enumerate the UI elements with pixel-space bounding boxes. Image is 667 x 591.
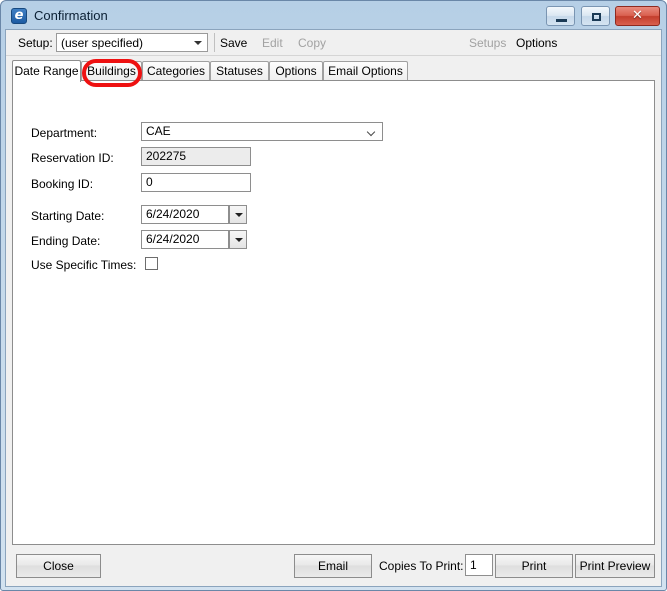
ending-date-label: Ending Date: bbox=[31, 234, 101, 248]
tab-options[interactable]: Options bbox=[269, 61, 323, 81]
print-preview-button[interactable]: Print Preview bbox=[575, 554, 655, 578]
confirmation-window: e Confirmation ✕ Setup: (user specified) bbox=[0, 0, 667, 591]
app-icon-glyph: e bbox=[14, 8, 24, 23]
toolbar-divider bbox=[6, 55, 661, 56]
copy-button: Copy bbox=[298, 36, 327, 50]
setup-combobox-value: (user specified) bbox=[61, 36, 144, 50]
ending-date-field[interactable]: 6/24/2020 bbox=[141, 230, 229, 249]
toolbar-separator bbox=[214, 33, 215, 52]
client-area: Setup: (user specified) Save Edit Copy S… bbox=[5, 29, 662, 587]
minimize-button[interactable] bbox=[546, 6, 576, 26]
tab-categories[interactable]: Categories bbox=[142, 61, 210, 81]
booking-id-label: Booking ID: bbox=[31, 177, 94, 191]
restore-button[interactable] bbox=[580, 6, 610, 26]
setups-button: Setups bbox=[469, 36, 507, 50]
reservation-id-value: 202275 bbox=[146, 149, 187, 163]
window-title: Confirmation bbox=[34, 8, 108, 23]
close-button-footer[interactable]: Close bbox=[16, 554, 101, 578]
window-controls: ✕ bbox=[544, 6, 660, 26]
setup-toolbar: Setup: (user specified) Save Edit Copy S… bbox=[6, 30, 661, 56]
restore-icon bbox=[591, 13, 601, 21]
use-specific-times-checkbox[interactable] bbox=[145, 257, 158, 270]
ending-date-value: 6/24/2020 bbox=[146, 232, 200, 246]
department-label: Department: bbox=[31, 126, 98, 140]
edit-button: Edit bbox=[262, 36, 283, 50]
copies-to-print-value: 1 bbox=[470, 558, 477, 572]
reservation-id-field: 202275 bbox=[141, 147, 251, 166]
chevron-down-icon bbox=[235, 213, 243, 217]
department-value: CAE bbox=[146, 124, 171, 138]
setup-label: Setup: bbox=[18, 36, 53, 50]
close-icon: ✕ bbox=[632, 8, 643, 23]
save-button[interactable]: Save bbox=[220, 36, 247, 50]
tab-date-range[interactable]: Date Range bbox=[12, 60, 81, 82]
close-button[interactable]: ✕ bbox=[615, 6, 660, 26]
department-combobox[interactable]: CAE bbox=[141, 122, 383, 141]
tab-statuses[interactable]: Statuses bbox=[210, 61, 269, 81]
tab-buildings[interactable]: Buildings bbox=[81, 61, 142, 81]
email-button[interactable]: Email bbox=[294, 554, 372, 578]
print-button[interactable]: Print bbox=[495, 554, 573, 578]
booking-id-value: 0 bbox=[146, 175, 153, 189]
footer-bar: Close Email Copies To Print: 1 Print Pri… bbox=[6, 546, 661, 586]
options-button[interactable]: Options bbox=[516, 36, 557, 50]
booking-id-field[interactable]: 0 bbox=[141, 173, 251, 192]
tab-email-options[interactable]: Email Options bbox=[323, 61, 408, 81]
app-icon: e bbox=[11, 8, 27, 24]
date-range-panel: Department: CAE Reservation ID: 202275 B… bbox=[12, 80, 655, 545]
chevron-down-icon bbox=[368, 129, 376, 134]
starting-date-label: Starting Date: bbox=[31, 209, 105, 223]
copies-to-print-label: Copies To Print: bbox=[379, 559, 464, 573]
use-specific-times-label: Use Specific Times: bbox=[31, 258, 137, 272]
starting-date-dropdown-button[interactable] bbox=[229, 205, 247, 224]
tab-strip: Date Range Buildings Categories Statuses… bbox=[12, 60, 655, 82]
chevron-down-icon bbox=[235, 238, 243, 242]
minimize-icon bbox=[556, 19, 568, 22]
copies-to-print-input[interactable]: 1 bbox=[465, 554, 493, 576]
title-bar[interactable]: e Confirmation ✕ bbox=[2, 2, 665, 29]
setup-combobox[interactable]: (user specified) bbox=[56, 33, 208, 52]
starting-date-field[interactable]: 6/24/2020 bbox=[141, 205, 229, 224]
chevron-down-icon bbox=[194, 41, 202, 45]
reservation-id-label: Reservation ID: bbox=[31, 151, 114, 165]
ending-date-dropdown-button[interactable] bbox=[229, 230, 247, 249]
starting-date-value: 6/24/2020 bbox=[146, 207, 200, 221]
